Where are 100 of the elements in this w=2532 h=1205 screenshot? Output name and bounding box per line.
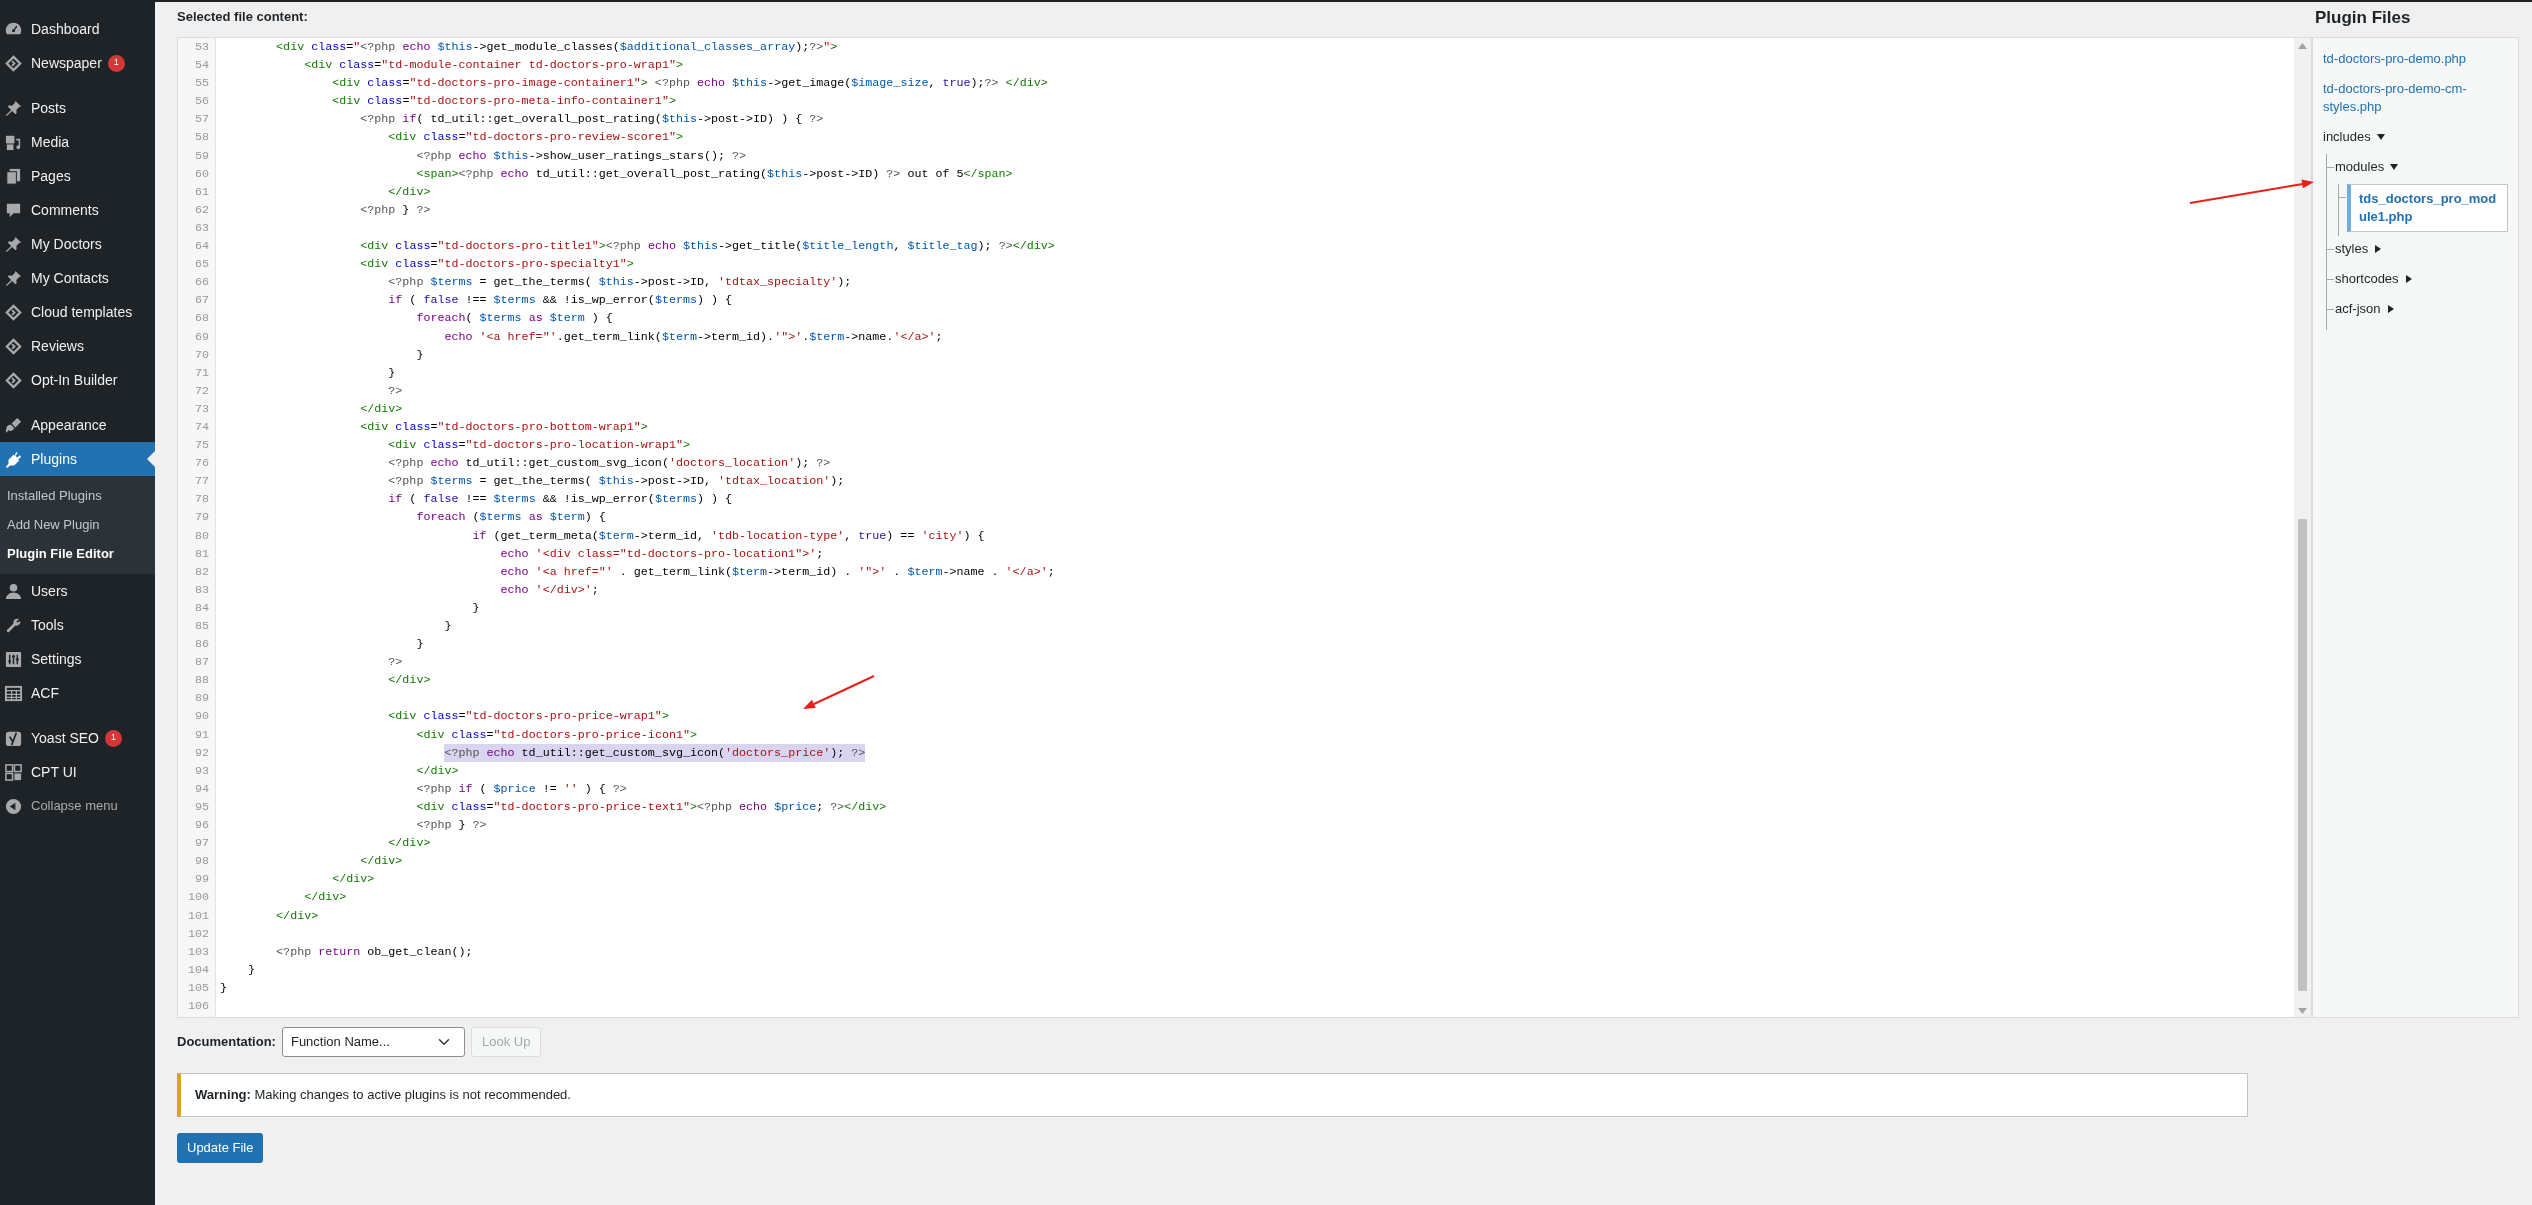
diamond-icon <box>4 53 23 73</box>
menu-item[interactable]: Dashboard <box>0 12 155 46</box>
line-number: 99 <box>193 871 210 889</box>
pin-icon <box>4 98 23 118</box>
submenu-item[interactable]: Add New Plugin <box>0 510 155 539</box>
code-line: </div> <box>360 400 403 418</box>
line-number: 62 <box>193 201 210 219</box>
line-number: 106 <box>186 997 210 1015</box>
line-number: 82 <box>193 563 210 581</box>
count-badge: 1 <box>107 54 125 72</box>
menu-item[interactable]: Yoast SEO 1 <box>0 721 155 755</box>
line-number: 87 <box>193 654 210 672</box>
code-line: <div class="td-doctors-pro-price-icon1"> <box>416 726 697 744</box>
pin-icon <box>4 268 23 288</box>
folder-toggle[interactable]: modules <box>2335 154 2399 180</box>
grid-icon <box>4 762 23 782</box>
code-line: <div class="td-doctors-pro-price-wrap1"> <box>388 708 669 726</box>
line-number: 105 <box>186 979 210 997</box>
submenu-item[interactable]: Plugin File Editor <box>0 539 155 568</box>
code-line: echo '<div class="td-doctors-pro-location1">'; <box>500 545 824 563</box>
submenu-item[interactable]: Installed Plugins <box>0 481 155 510</box>
menu-item[interactable]: Newspaper 1 <box>0 46 155 80</box>
code-line: </div> <box>388 183 431 201</box>
line-number: 69 <box>193 328 210 346</box>
code-line: </div> <box>360 853 403 871</box>
line-number: 101 <box>186 907 210 925</box>
code-line: } <box>472 599 480 617</box>
menu-item[interactable]: Comments <box>0 193 155 227</box>
code-editor[interactable] <box>177 37 2312 1018</box>
line-number: 76 <box>193 455 210 473</box>
line-number: 80 <box>193 527 210 545</box>
collapse-icon <box>4 796 23 816</box>
line-number: 55 <box>193 75 210 93</box>
update-file-button[interactable]: Update File <box>177 1132 264 1163</box>
code-line: <div class="td-doctors-pro-bottom-wrap1"> <box>360 418 648 436</box>
code-line: <?php return ob_get_clean(); <box>276 943 473 961</box>
folder-toggle[interactable]: includes <box>2323 124 2385 150</box>
line-number: 90 <box>193 708 210 726</box>
current-pointer <box>147 451 155 467</box>
warning-notice: Warning: Making changes to active plugins is not recommended. <box>177 1073 2248 1117</box>
diamond-icon <box>4 370 23 390</box>
menu-item[interactable]: Settings <box>0 642 155 676</box>
file-link[interactable]: tds_doctors_pro_module1.php <box>2347 184 2508 232</box>
folder-toggle[interactable]: acf-json <box>2335 296 2395 322</box>
function-select[interactable]: Function Name... <box>281 1027 465 1057</box>
code-line: <?php $terms = get_the_terms( $this->post->ID, 'tdtax_specialty'); <box>388 274 852 292</box>
caret-right-icon <box>2386 305 2395 313</box>
menu-item[interactable]: My Doctors <box>0 227 155 261</box>
code-line: echo '<a href="' . get_term_link($term->term_id) . '">' . $term->name . '</a>'; <box>500 563 1055 581</box>
sliders-icon <box>4 649 23 669</box>
line-number: 67 <box>193 292 210 310</box>
menu-item[interactable]: Opt-In Builder <box>0 363 155 397</box>
file-link[interactable]: td-doctors-pro-demo.php <box>2323 46 2508 72</box>
file-link[interactable]: td-doctors-pro-demo-cm-styles.php <box>2323 76 2508 120</box>
menu-item[interactable]: Media <box>0 125 155 159</box>
menu-item[interactable]: ACF <box>0 676 155 710</box>
line-number: 53 <box>193 39 210 56</box>
folder-toggle[interactable]: styles <box>2335 236 2383 262</box>
scrollbar[interactable] <box>2294 38 2311 1017</box>
line-number: 95 <box>193 798 210 816</box>
line-number: 94 <box>193 780 210 798</box>
caret-right-icon <box>2404 275 2413 283</box>
menu-item[interactable]: Appearance <box>0 408 155 442</box>
code-line: } <box>220 979 227 997</box>
line-number: 86 <box>193 636 210 654</box>
line-number: 64 <box>193 238 210 256</box>
line-number: 85 <box>193 618 210 635</box>
menu-item[interactable]: CPT UI <box>0 755 155 789</box>
menu-item[interactable]: Tools <box>0 608 155 642</box>
line-number: 77 <box>193 473 210 491</box>
pages-icon <box>4 166 23 186</box>
code-line: </div> <box>416 762 459 780</box>
line-number: 93 <box>193 762 210 780</box>
line-number: 103 <box>186 943 210 961</box>
code-line: } <box>248 961 256 979</box>
line-number: 54 <box>193 57 210 75</box>
menu-item[interactable]: Cloud templates <box>0 295 155 329</box>
menu-item[interactable]: My Contacts <box>0 261 155 295</box>
menu-item[interactable]: Pages <box>0 159 155 193</box>
line-number: 75 <box>193 437 210 455</box>
line-number: 61 <box>193 183 210 201</box>
caret-down-icon <box>2390 163 2399 171</box>
line-number: 66 <box>193 274 210 292</box>
code-line: </div> <box>388 835 431 853</box>
folder-toggle[interactable]: shortcodes <box>2335 266 2413 292</box>
collapse-button[interactable]: Collapse menu <box>0 789 155 823</box>
code-line: } <box>416 346 424 364</box>
line-number: 102 <box>186 925 210 943</box>
code-line: } <box>416 636 424 654</box>
menu-item[interactable]: Reviews <box>0 329 155 363</box>
menu-item[interactable]: Posts <box>0 91 155 125</box>
line-number: 63 <box>193 219 210 237</box>
caret-right-icon <box>2374 245 2383 253</box>
menu-item[interactable]: Plugins <box>0 442 155 476</box>
code-line: <?php } ?> <box>416 817 487 835</box>
line-number: 89 <box>193 690 210 708</box>
diamond-icon <box>4 302 23 322</box>
menu-item[interactable]: Users <box>0 574 155 608</box>
line-number: 59 <box>193 147 210 165</box>
code-line: </div> <box>304 889 347 907</box>
